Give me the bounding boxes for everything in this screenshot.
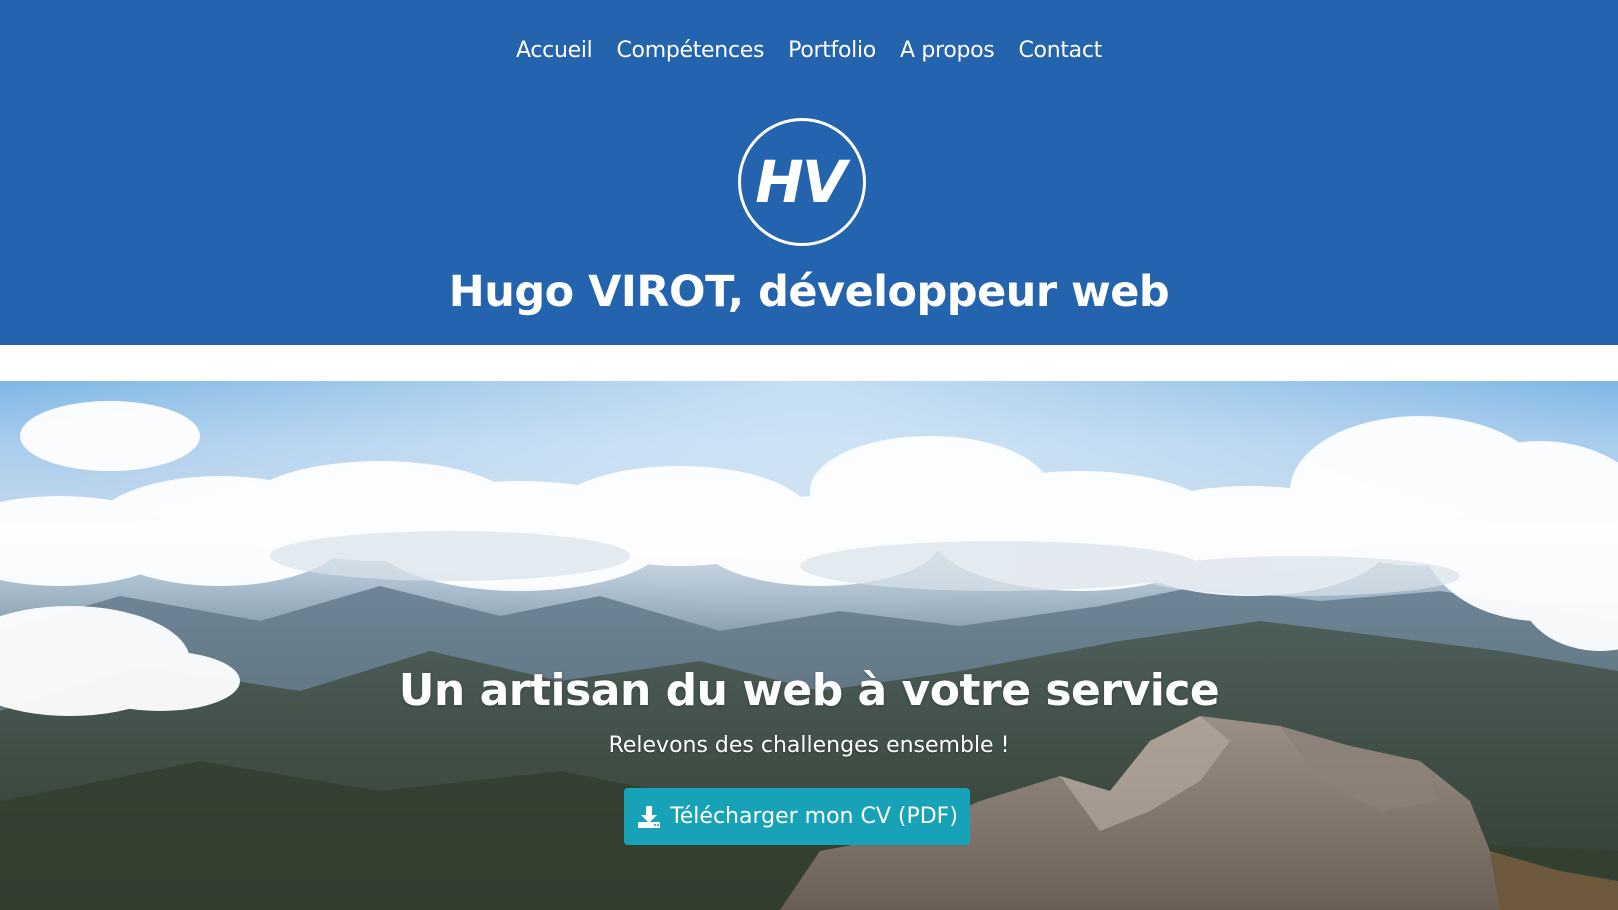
logo-text: HV: [755, 148, 846, 216]
site-header: Accueil Compétences Portfolio A propos C…: [0, 0, 1618, 345]
logo: HV: [738, 118, 866, 246]
nav-link-competences[interactable]: Compétences: [616, 35, 764, 67]
nav-link-portfolio[interactable]: Portfolio: [788, 35, 876, 67]
hero-subtitle: Relevons des challenges ensemble !: [608, 733, 1010, 758]
nav-link-a-propos[interactable]: A propos: [900, 35, 995, 67]
nav-link-accueil[interactable]: Accueil: [516, 35, 593, 67]
hero-title: Un artisan du web à votre service: [398, 665, 1220, 716]
download-cv-label: Télécharger mon CV (PDF): [670, 804, 958, 829]
download-cv-button[interactable]: Télécharger mon CV (PDF): [624, 788, 970, 845]
main-nav: Accueil Compétences Portfolio A propos C…: [0, 35, 1618, 67]
site-title: Hugo VIROT, développeur web: [448, 267, 1170, 317]
download-icon: [636, 804, 662, 830]
hero-banner: Un artisan du web à votre service Relevo…: [0, 381, 1618, 910]
nav-link-contact[interactable]: Contact: [1018, 35, 1102, 67]
